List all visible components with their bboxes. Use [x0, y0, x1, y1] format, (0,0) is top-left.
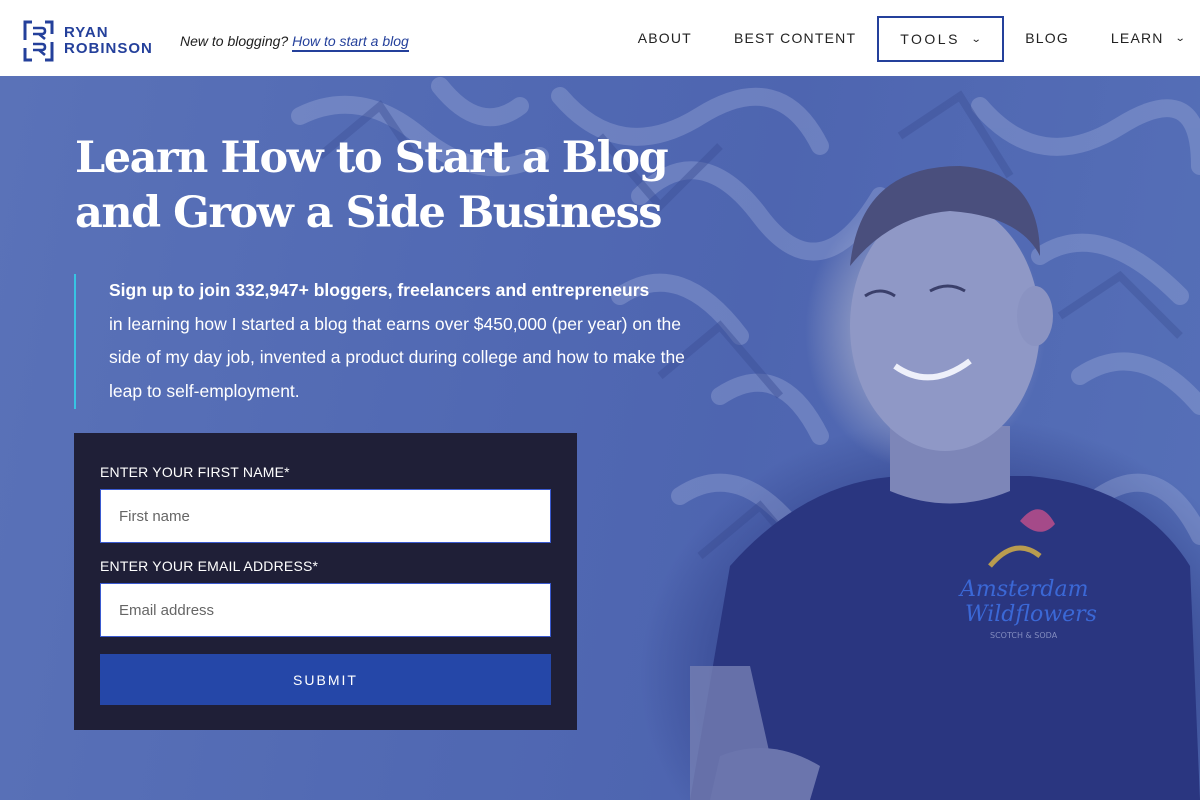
- nav-about-label: ABOUT: [637, 30, 692, 46]
- email-label: ENTER YOUR EMAIL ADDRESS*: [100, 558, 319, 574]
- first-name-label: ENTER YOUR FIRST NAME*: [100, 464, 290, 480]
- svg-text:Wildflowers: Wildflowers: [965, 602, 1097, 627]
- hero-intro-bold: Sign up to join 332,947+ bloggers, freel…: [109, 280, 650, 300]
- hero-intro: Sign up to join 332,947+ bloggers, freel…: [74, 274, 714, 409]
- submit-button[interactable]: SUBMIT: [100, 654, 551, 705]
- how-to-start-blog-link[interactable]: How to start a blog: [292, 33, 409, 52]
- hero-intro-rest: in learning how I started a blog that ea…: [109, 313, 685, 401]
- tagline-prefix: New to blogging?: [180, 33, 289, 49]
- nav-best-content-label: BEST CONTENT: [733, 30, 857, 46]
- ryan-photo: Amsterdam Wildflowers SCOTCH & SODA: [690, 166, 1200, 800]
- header-tagline: New to blogging? How to start a blog: [180, 33, 409, 52]
- nav-tools-label: TOOLS: [900, 31, 960, 47]
- svg-text:Amsterdam: Amsterdam: [958, 577, 1088, 602]
- svg-text:SCOTCH & SODA: SCOTCH & SODA: [990, 631, 1058, 640]
- logo-text: RYAN ROBINSON: [64, 25, 153, 57]
- signup-form: ENTER YOUR FIRST NAME* ENTER YOUR EMAIL …: [74, 433, 577, 730]
- main-nav: ABOUT BEST CONTENT TOOLS ⌄ BLOG LEARN ⌄: [617, 0, 1200, 76]
- first-name-input[interactable]: [100, 489, 551, 543]
- nav-blog-label: BLOG: [1025, 30, 1069, 46]
- nav-about[interactable]: ABOUT: [617, 16, 713, 60]
- logo-mark-icon: [23, 20, 54, 62]
- hero-intro-text: Sign up to join 332,947+ bloggers, freel…: [109, 274, 714, 408]
- hero-section: Amsterdam Wildflowers SCOTCH & SODA Lear…: [0, 76, 1200, 800]
- site-logo[interactable]: RYAN ROBINSON: [23, 20, 153, 62]
- chevron-down-icon: ⌄: [970, 33, 982, 45]
- nav-best-content[interactable]: BEST CONTENT: [713, 16, 877, 60]
- logo-line1: RYAN: [64, 24, 109, 41]
- nav-learn-label: LEARN: [1110, 30, 1164, 46]
- logo-line2: ROBINSON: [64, 40, 153, 57]
- hero-title-line2: and Grow a Side Business: [75, 188, 663, 238]
- nav-tools[interactable]: TOOLS ⌄: [877, 16, 1005, 62]
- nav-blog[interactable]: BLOG: [1004, 16, 1090, 60]
- email-input[interactable]: [100, 583, 551, 637]
- hero-title: Learn How to Start a Blog and Grow a Sid…: [75, 131, 695, 241]
- hero-title-line1: Learn How to Start a Blog: [75, 133, 669, 183]
- nav-learn[interactable]: LEARN ⌄: [1090, 16, 1200, 60]
- chevron-down-icon: ⌄: [1174, 32, 1186, 44]
- site-header: RYAN ROBINSON New to blogging? How to st…: [0, 0, 1200, 76]
